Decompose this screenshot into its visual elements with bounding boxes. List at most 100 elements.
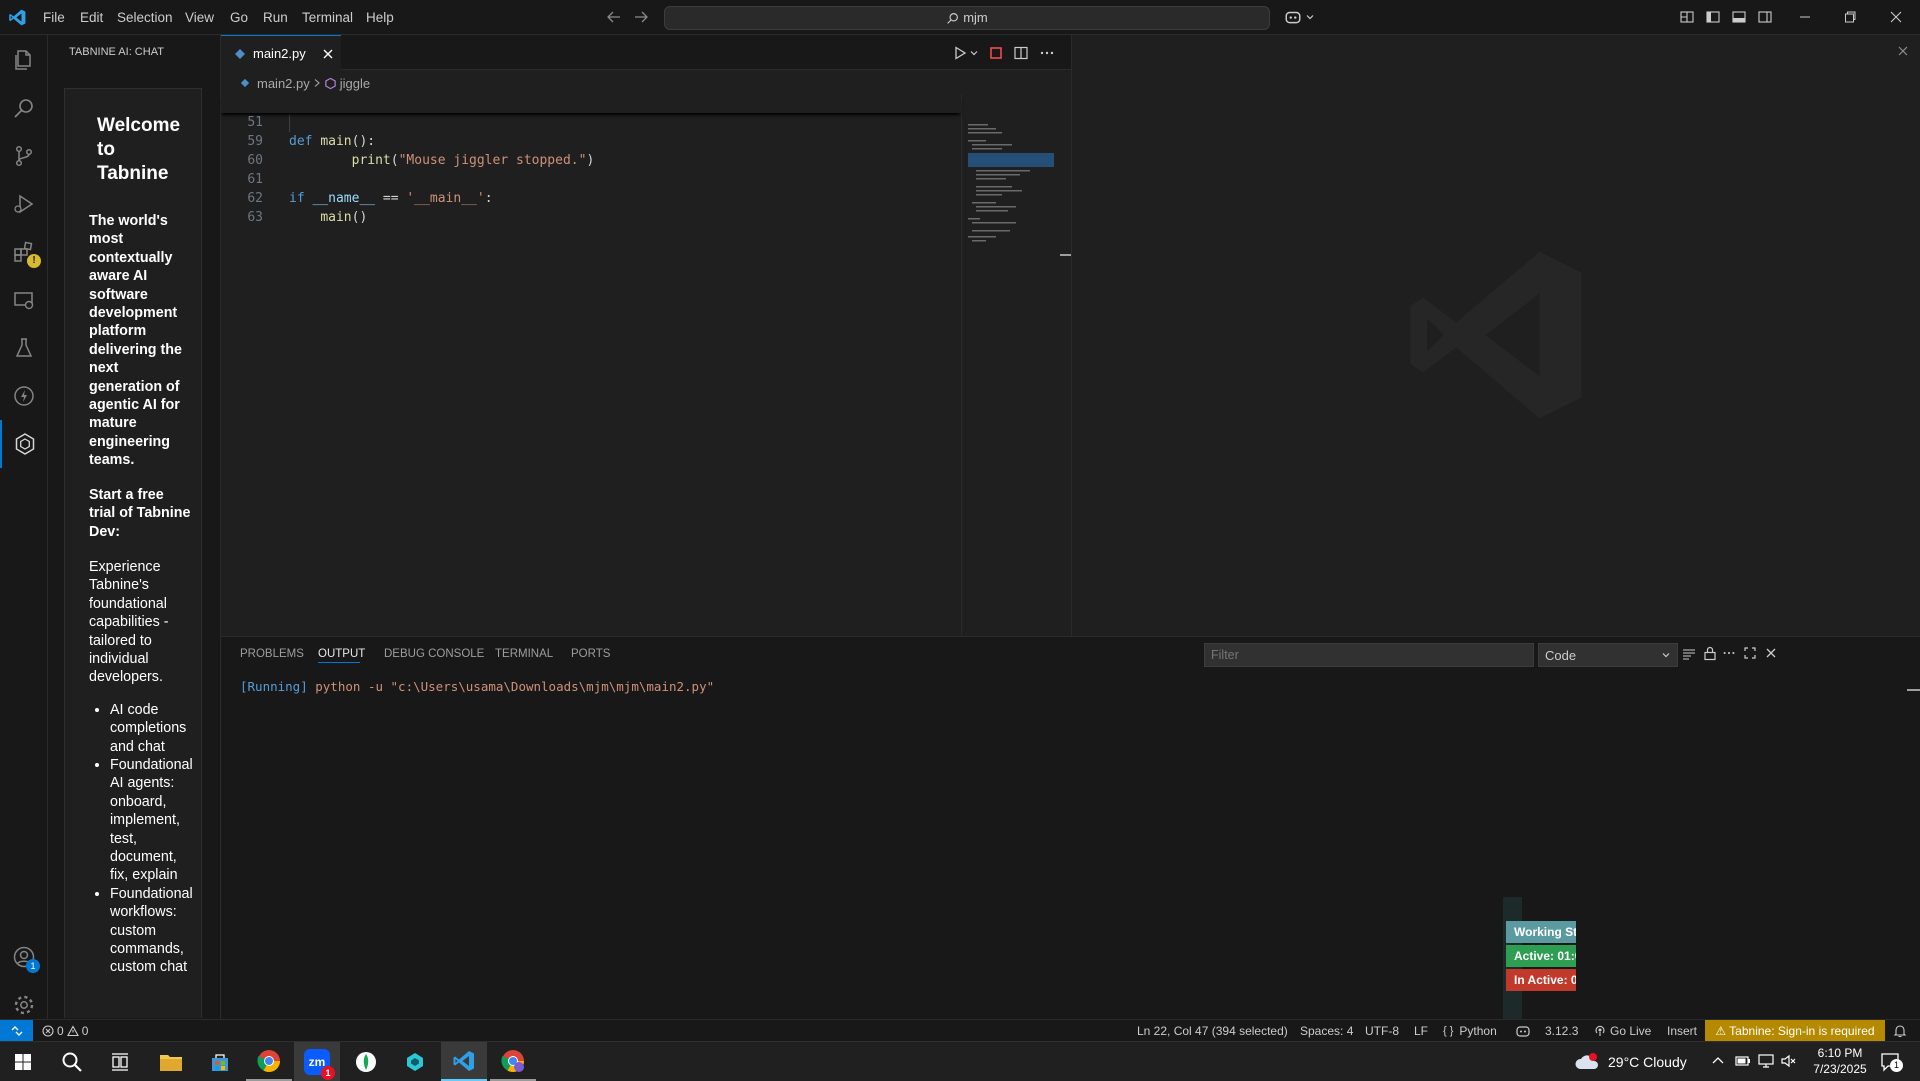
vscode-watermark-icon [1398, 235, 1598, 435]
problems-status[interactable]: 0 0 [42, 1020, 88, 1042]
accounts-icon[interactable]: 1 [0, 933, 48, 981]
menu-selection[interactable]: Selection [111, 0, 179, 35]
more-actions-icon[interactable] [1039, 45, 1055, 61]
split-editor-icon[interactable] [1013, 45, 1029, 61]
lock-scroll-icon[interactable] [1703, 646, 1717, 661]
panel-more-actions-icon[interactable] [1722, 646, 1736, 660]
minimap[interactable] [961, 94, 1072, 635]
broadcast-icon [1595, 1025, 1605, 1036]
source-control-icon[interactable] [0, 132, 48, 180]
tab-terminal[interactable]: TERMINAL [495, 637, 553, 671]
chrome-profile-icon[interactable] [490, 1042, 536, 1081]
sticky-scroll-line[interactable]: 51 def main(): [221, 94, 961, 149]
breadcrumb-symbol[interactable]: jiggle [340, 76, 370, 91]
chrome-icon[interactable] [246, 1042, 292, 1081]
code-line[interactable]: 63 [221, 189, 268, 225]
language-mode[interactable]: { } Python [1443, 1020, 1497, 1042]
tabnine-icon[interactable] [0, 420, 48, 468]
testing-flask-icon[interactable] [0, 324, 48, 372]
bottom-panel: PROBLEMS OUTPUT DEBUG CONSOLE TERMINAL P… [221, 636, 1920, 1019]
go-live-button[interactable]: Go Live [1594, 1020, 1651, 1042]
menu-go[interactable]: Go [224, 0, 254, 35]
close-window-icon[interactable] [1889, 10, 1903, 24]
menu-edit[interactable]: Edit [74, 0, 109, 35]
battery-icon[interactable] [1734, 1053, 1752, 1069]
forward-arrow-icon[interactable] [633, 9, 649, 25]
tabnine-status[interactable]: ⚠ Tabnine: Sign-in is required [1705, 1020, 1885, 1042]
zoom-app-icon[interactable]: zm 1 [294, 1042, 340, 1081]
toggle-secondary-sidebar-icon[interactable] [1757, 9, 1773, 25]
menu-run[interactable]: Run [257, 0, 294, 35]
extensions-icon[interactable]: ! [0, 228, 48, 276]
output-log-line: [Running] python -u "c:\Users\usama\Down… [240, 679, 714, 694]
panel-scroll-indicator [1907, 689, 1920, 691]
windows-start-icon[interactable] [0, 1042, 46, 1081]
tabnine-welcome-card: Welcome to Tabnine The world's most cont… [64, 88, 202, 1018]
output-channel-select[interactable]: Code [1538, 643, 1678, 667]
clear-output-icon[interactable] [1682, 647, 1696, 661]
copilot-menu-button[interactable] [1284, 8, 1315, 26]
tab-debug-console[interactable]: DEBUG CONSOLE [384, 637, 484, 671]
copilot-status-icon[interactable] [1515, 1020, 1531, 1042]
system-clock[interactable]: 6:10 PM 7/23/2025 [1806, 1045, 1874, 1077]
menu-help[interactable]: Help [360, 0, 400, 35]
tabnine-status-icon: ⚠ [1715, 1024, 1727, 1038]
notifications-bell-icon[interactable] [1893, 1020, 1907, 1042]
indentation-status[interactable]: Spaces: 4 [1300, 1020, 1353, 1042]
show-hidden-icons-icon[interactable] [1711, 1054, 1725, 1068]
toggle-primary-sidebar-icon[interactable] [1705, 9, 1721, 25]
maximize-panel-icon[interactable] [1743, 646, 1757, 660]
close-group-icon[interactable] [1897, 45, 1909, 57]
eol-status[interactable]: LF [1414, 1020, 1428, 1042]
menu-file[interactable]: File [37, 0, 71, 35]
python-interpreter-status[interactable]: 3.12.3 [1545, 1020, 1578, 1042]
toggle-panel-icon[interactable] [1731, 9, 1747, 25]
output-filter-input[interactable] [1204, 643, 1534, 667]
close-panel-icon[interactable] [1765, 647, 1777, 659]
back-arrow-icon[interactable] [606, 9, 622, 25]
error-count: 0 [57, 1024, 64, 1038]
close-tab-icon[interactable] [322, 48, 334, 60]
minimize-window-icon[interactable] [1798, 10, 1812, 24]
remote-indicator[interactable] [0, 1020, 33, 1042]
tab-problems[interactable]: PROBLEMS [240, 637, 304, 671]
code-area[interactable]: 51 def main(): 59 print("Mouse jiggler s… [221, 94, 961, 635]
file-explorer-icon[interactable] [148, 1042, 194, 1081]
stop-run-icon[interactable] [988, 45, 1004, 61]
tab-ports[interactable]: PORTS [571, 637, 610, 671]
weather-widget[interactable]: 29°C Cloudy [1574, 1042, 1687, 1081]
menu-terminal[interactable]: Terminal [296, 0, 359, 35]
notification-center-icon[interactable]: 1 [1880, 1052, 1903, 1072]
tab-output[interactable]: OUTPUT [318, 637, 365, 671]
output-command: python -u "c:\Users\usama\Downloads\mjm\… [307, 679, 715, 694]
code-line[interactable]: 62 main() [221, 170, 367, 225]
warning-icon [66, 1025, 79, 1037]
lightning-icon[interactable] [0, 372, 48, 420]
tab-main2-py[interactable]: main2.py [221, 35, 341, 71]
remote-explorer-icon[interactable] [0, 276, 48, 324]
insert-mode-status[interactable]: Insert [1667, 1020, 1697, 1042]
chevron-right-icon [314, 79, 320, 87]
vscode-taskbar-icon[interactable] [441, 1042, 487, 1081]
command-center-search[interactable]: mjm [664, 6, 1270, 30]
taskbar-search-icon[interactable] [49, 1042, 95, 1081]
breadcrumb-file[interactable]: main2.py [257, 76, 310, 91]
status-bar: 0 0 Ln 22, Col 47 (394 selected) Spaces:… [0, 1019, 1920, 1042]
volume-muted-icon[interactable] [1780, 1053, 1798, 1069]
run-debug-icon[interactable] [0, 180, 48, 228]
cursor-position[interactable]: Ln 22, Col 47 (394 selected) [1137, 1020, 1288, 1042]
run-python-file-icon[interactable] [952, 45, 968, 61]
search-icon[interactable] [0, 84, 48, 132]
title-bar: File Edit Selection View Go Run Terminal… [0, 0, 1920, 35]
mongodb-compass-icon[interactable] [343, 1042, 389, 1081]
customize-layout-icon[interactable] [1679, 9, 1695, 25]
task-view-icon[interactable] [97, 1042, 143, 1081]
menu-view[interactable]: View [179, 0, 220, 35]
microsoft-store-icon[interactable] [197, 1042, 243, 1081]
dev-tool-icon[interactable] [392, 1042, 438, 1081]
explorer-icon[interactable] [0, 36, 48, 84]
encoding-status[interactable]: UTF-8 [1365, 1020, 1399, 1042]
restore-window-icon[interactable] [1843, 10, 1857, 24]
network-icon[interactable] [1757, 1053, 1775, 1069]
run-options-chevron-icon[interactable] [969, 48, 979, 58]
